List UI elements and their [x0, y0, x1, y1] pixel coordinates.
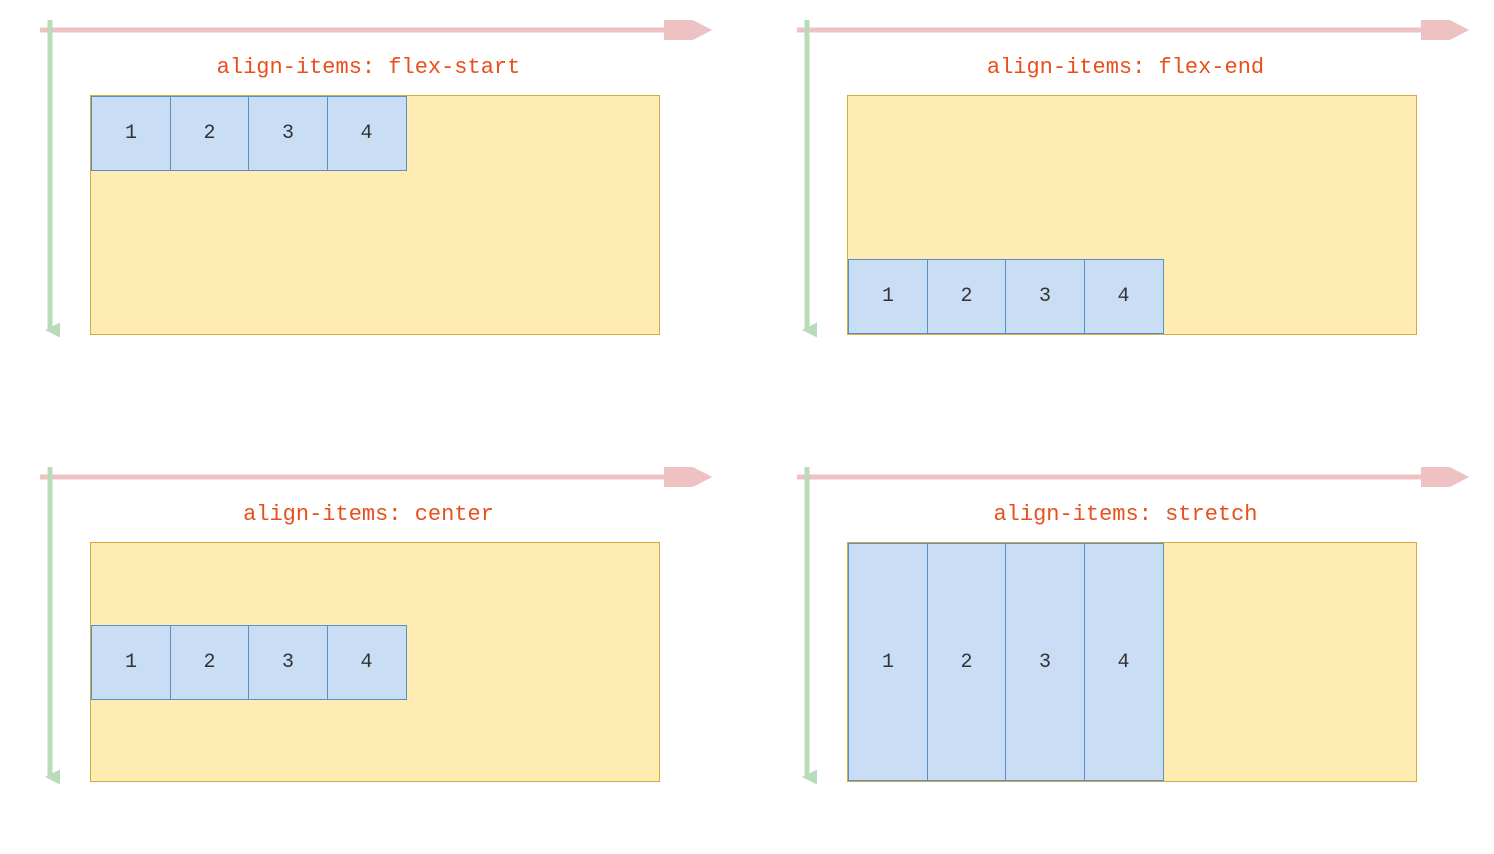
- flex-item: 2: [170, 96, 250, 171]
- panel-title: align-items: flex-start: [217, 55, 521, 80]
- flex-item: 4: [327, 625, 407, 700]
- flex-item: 1: [848, 543, 928, 781]
- cross-axis-arrow: [40, 20, 60, 340]
- flex-item: 4: [327, 96, 407, 171]
- flex-item: 2: [170, 625, 250, 700]
- container-wrap: 1 2 3 4: [847, 95, 1417, 335]
- flex-item: 2: [927, 543, 1007, 781]
- flex-item: 2: [927, 259, 1007, 334]
- flex-item: 3: [248, 625, 328, 700]
- main-axis-arrow: [40, 467, 717, 487]
- container-wrap: 1 2 3 4: [90, 95, 660, 335]
- flex-item: 4: [1084, 543, 1164, 781]
- main-axis-arrow: [40, 20, 717, 40]
- panel-title: align-items: flex-end: [987, 55, 1264, 80]
- panel-title: align-items: center: [243, 502, 494, 527]
- panel-title: align-items: stretch: [993, 502, 1257, 527]
- flex-container: 1 2 3 4: [847, 95, 1417, 335]
- panel-flex-end: align-items: flex-end 1 2 3 4: [777, 20, 1474, 387]
- flex-container: 1 2 3 4: [90, 95, 660, 335]
- container-wrap: 1 2 3 4: [90, 542, 660, 782]
- cross-axis-arrow: [797, 467, 817, 787]
- flex-item: 4: [1084, 259, 1164, 334]
- diagram-grid: align-items: flex-start 1 2 3 4 align-it…: [20, 20, 1474, 834]
- container-wrap: 1 2 3 4: [847, 542, 1417, 782]
- main-axis-arrow: [797, 20, 1474, 40]
- cross-axis-arrow: [797, 20, 817, 340]
- flex-item: 3: [1005, 543, 1085, 781]
- main-axis-arrow: [797, 467, 1474, 487]
- panel-stretch: align-items: stretch 1 2 3 4: [777, 467, 1474, 834]
- flex-container: 1 2 3 4: [90, 542, 660, 782]
- flex-item: 1: [91, 625, 171, 700]
- flex-container: 1 2 3 4: [847, 542, 1417, 782]
- flex-item: 1: [848, 259, 928, 334]
- flex-item: 3: [1005, 259, 1085, 334]
- panel-center: align-items: center 1 2 3 4: [20, 467, 717, 834]
- flex-item: 1: [91, 96, 171, 171]
- panel-flex-start: align-items: flex-start 1 2 3 4: [20, 20, 717, 387]
- flex-item: 3: [248, 96, 328, 171]
- cross-axis-arrow: [40, 467, 60, 787]
